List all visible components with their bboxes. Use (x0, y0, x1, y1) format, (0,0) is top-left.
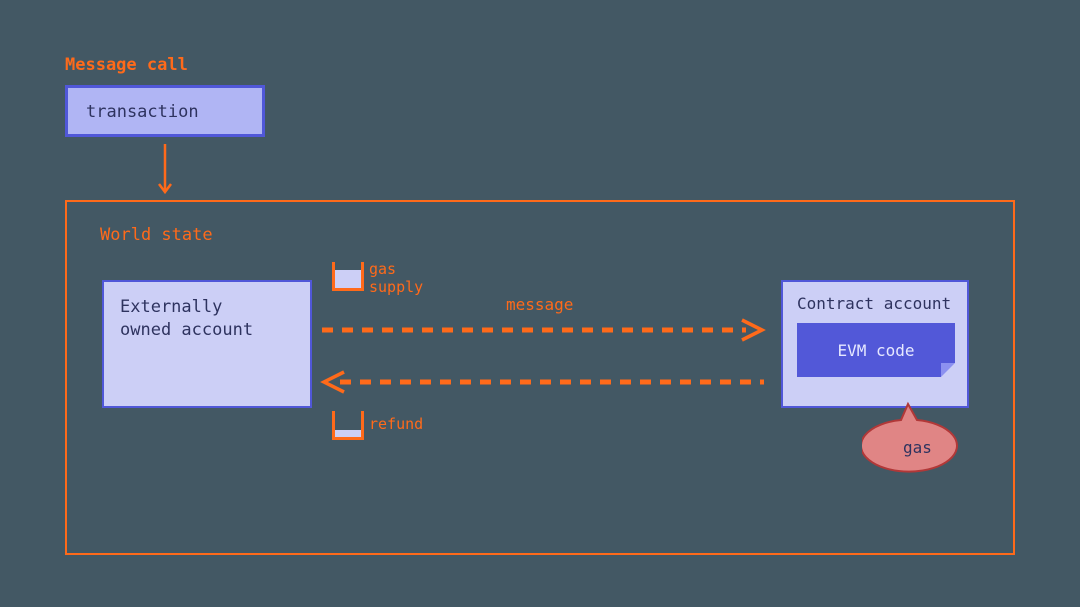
eoa-box: Externally owned account (102, 280, 312, 408)
contract-account-label: Contract account (797, 294, 953, 313)
gas-supply-bucket-icon (332, 262, 364, 291)
eoa-label-line1: Externally (120, 296, 294, 319)
evm-code-label: EVM code (837, 341, 914, 360)
arrow-down-icon (155, 142, 175, 200)
evm-code-box: EVM code (797, 323, 955, 377)
gas-supply-label: gas supply (369, 260, 423, 296)
gas-bubble-label: gas (903, 438, 932, 457)
world-state-label: World state (100, 225, 213, 245)
eoa-label-line2: owned account (120, 319, 294, 342)
contract-account-box: Contract account EVM code (781, 280, 969, 408)
message-label: message (506, 295, 573, 314)
transaction-label: transaction (86, 102, 199, 122)
diagram-title: Message call (65, 55, 188, 75)
arrow-right-dashed-icon (318, 318, 768, 342)
arrow-left-dashed-icon (318, 370, 768, 394)
transaction-box: transaction (65, 85, 265, 137)
refund-label: refund (369, 415, 423, 433)
gas-bubble-icon (862, 398, 972, 476)
refund-bucket-icon (332, 411, 364, 440)
